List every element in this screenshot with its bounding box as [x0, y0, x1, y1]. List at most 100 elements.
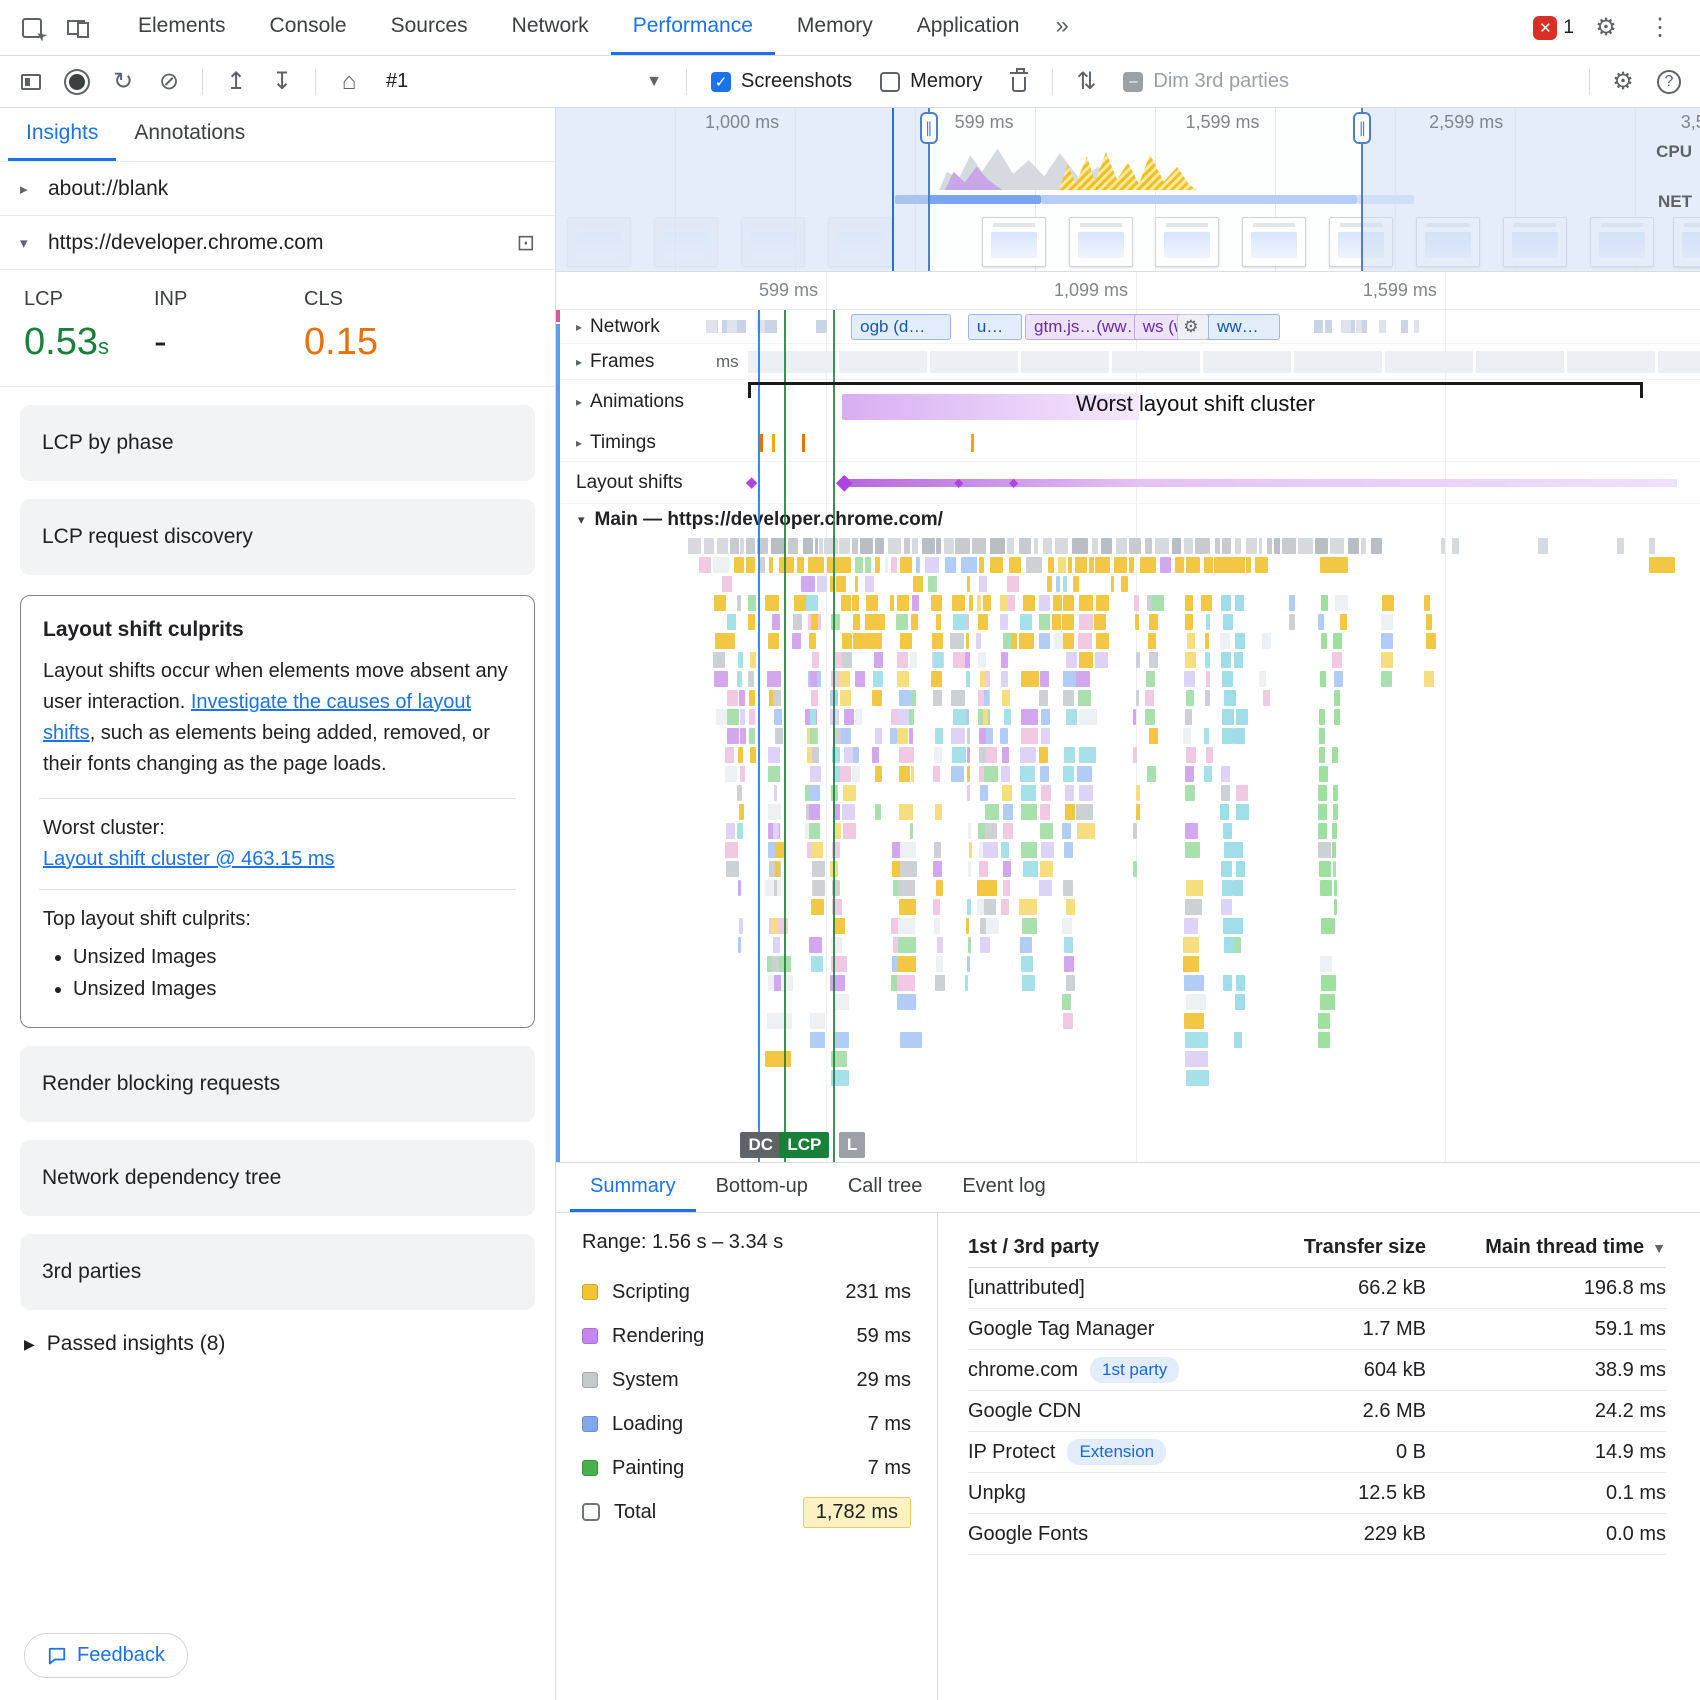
flame-rect[interactable] — [1222, 538, 1231, 554]
flame-rect[interactable] — [1155, 538, 1168, 554]
flame-rect[interactable] — [1235, 633, 1244, 649]
flame-rect[interactable] — [980, 937, 990, 953]
flame-rect[interactable] — [1116, 538, 1127, 554]
device-toolbar-icon[interactable] — [54, 8, 98, 48]
flame-rect[interactable] — [1072, 538, 1088, 554]
flame-rect[interactable] — [815, 538, 818, 554]
flame-rect[interactable] — [967, 956, 970, 972]
flame-rect[interactable] — [1079, 709, 1096, 725]
flame-rect[interactable] — [1145, 690, 1154, 706]
flame-rect[interactable] — [1187, 633, 1195, 649]
flame-rect[interactable] — [1003, 880, 1011, 896]
flame-rect[interactable] — [934, 918, 940, 934]
flame-rect[interactable] — [922, 538, 935, 554]
flame-rect[interactable] — [1289, 595, 1295, 611]
flame-rect[interactable] — [1332, 747, 1338, 763]
flame-rect[interactable] — [1066, 652, 1077, 668]
metric-lcp[interactable]: LCP 0.53s — [24, 288, 154, 364]
flame-rect[interactable] — [1063, 633, 1074, 649]
more-menu-icon[interactable]: ⋮ — [1638, 8, 1682, 48]
window-handle-right[interactable]: ∥ — [1361, 108, 1363, 271]
flame-rect[interactable] — [1215, 538, 1220, 554]
drag-handle-icon[interactable]: ∥ — [920, 112, 938, 144]
flame-rect[interactable] — [1204, 728, 1208, 744]
flame-rect[interactable] — [812, 747, 819, 763]
flame-rect[interactable] — [937, 937, 943, 953]
layout-shifts-track[interactable]: Layout shifts ◆◆◆◆ — [556, 462, 1700, 504]
flame-rect[interactable] — [688, 538, 702, 554]
flame-rect[interactable] — [1236, 804, 1248, 820]
flame-rect[interactable] — [955, 538, 970, 554]
flame-rect[interactable] — [725, 747, 734, 763]
flame-rect[interactable] — [1101, 538, 1111, 554]
timeline-tracks[interactable]: 599 ms 1,099 ms 1,599 ms ▸Network ogb (d… — [556, 272, 1700, 1162]
flame-rect[interactable] — [1003, 823, 1013, 839]
flame-rect[interactable] — [1204, 766, 1212, 782]
flame-rect[interactable] — [983, 614, 988, 630]
flame-rect[interactable] — [1064, 937, 1073, 953]
flame-rect[interactable] — [738, 652, 743, 668]
flame-rect[interactable] — [1319, 728, 1325, 744]
flame-rect[interactable] — [909, 728, 913, 744]
flame-rect[interactable] — [1041, 709, 1050, 725]
flame-rect[interactable] — [969, 595, 974, 611]
flame-rect[interactable] — [1274, 538, 1280, 554]
flame-rect[interactable] — [1021, 956, 1033, 972]
flame-rect[interactable] — [985, 823, 997, 839]
flame-rect[interactable] — [1236, 975, 1245, 991]
flame-rect[interactable] — [749, 690, 755, 706]
flame-rect[interactable] — [833, 1032, 849, 1048]
marker-lcp[interactable]: LCP — [779, 1132, 829, 1158]
flame-rect[interactable] — [978, 614, 983, 630]
flame-rect[interactable] — [1318, 1032, 1330, 1048]
flame-rect[interactable] — [1064, 956, 1073, 972]
tab-memory[interactable]: Memory — [775, 0, 895, 55]
help-icon[interactable]: ? — [1648, 63, 1690, 101]
flame-rect[interactable] — [1185, 823, 1198, 839]
flame-rect[interactable] — [772, 747, 778, 763]
flame-rect[interactable] — [1056, 576, 1059, 592]
insight-card-lcp-request[interactable]: LCP request discovery — [20, 499, 535, 575]
flame-rect[interactable] — [797, 557, 804, 573]
flame-rect[interactable] — [809, 823, 820, 839]
flame-rect[interactable] — [1334, 880, 1337, 896]
flame-rect[interactable] — [746, 538, 755, 554]
flame-rect[interactable] — [1361, 538, 1366, 554]
tab-call-tree[interactable]: Call tree — [828, 1163, 942, 1212]
flame-rect[interactable] — [1185, 1032, 1208, 1048]
flame-rect[interactable] — [841, 595, 851, 611]
flame-rect[interactable] — [1043, 538, 1052, 554]
layout-shift-diamond-icon[interactable]: ◆ — [954, 476, 963, 488]
flame-rect[interactable] — [1021, 785, 1037, 801]
flame-rect[interactable] — [1234, 652, 1243, 668]
flame-rect[interactable] — [983, 595, 991, 611]
flame-rect[interactable] — [1236, 709, 1248, 725]
flame-rect[interactable] — [1039, 690, 1048, 706]
flame-rect[interactable] — [1262, 633, 1271, 649]
flame-rect[interactable] — [1079, 652, 1093, 668]
flame-rect[interactable] — [933, 861, 941, 877]
flame-rect[interactable] — [1095, 557, 1110, 573]
flame-rect[interactable] — [806, 595, 819, 611]
filmstrip-thumbnail[interactable] — [1242, 217, 1306, 267]
flame-rect[interactable] — [1000, 614, 1008, 630]
flame-rect[interactable] — [852, 538, 858, 554]
flame-rect[interactable] — [965, 975, 968, 991]
flame-rect[interactable] — [1223, 975, 1233, 991]
toggle-sidebar-icon[interactable] — [10, 63, 52, 101]
flame-rect[interactable] — [1320, 880, 1332, 896]
flame-rect[interactable] — [1235, 538, 1242, 554]
flame-rect[interactable] — [1077, 823, 1095, 839]
flame-rect[interactable] — [900, 633, 912, 649]
flame-rect[interactable] — [1040, 766, 1049, 782]
flame-rect[interactable] — [951, 690, 965, 706]
flame-rect[interactable] — [855, 709, 862, 725]
flame-rect[interactable] — [810, 766, 821, 782]
flame-rect[interactable] — [1140, 557, 1156, 573]
flame-rect[interactable] — [1041, 728, 1050, 744]
flame-rect[interactable] — [1008, 595, 1014, 611]
filmstrip-thumbnail[interactable] — [1155, 217, 1219, 267]
flame-rect[interactable] — [1019, 633, 1033, 649]
insight-card-render-blocking[interactable]: Render blocking requests — [20, 1046, 535, 1122]
flame-rect[interactable] — [1001, 652, 1009, 668]
